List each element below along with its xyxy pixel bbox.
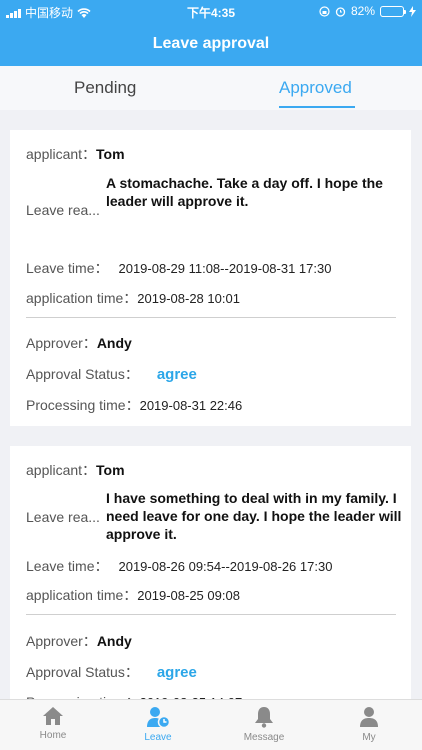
tab-bar-leave[interactable]: Leave [118,706,198,743]
applicant-row: applicant： Tom [26,460,125,480]
segment-tabs: Pending Approved [0,66,422,110]
bottom-tab-bar: Home Leave Message My [0,699,422,750]
leave-reason-value: I have something to deal with in my fami… [106,490,402,542]
leave-time-value: 2019-08-26 09:54--2019-08-26 17:30 [118,558,333,574]
approver-value: Andy [96,335,132,351]
card-divider [26,317,396,318]
leave-time-row: Leave time： 2019-08-26 09:54--2019-08-26… [26,556,332,576]
tab-bar-home[interactable]: Home [13,706,93,741]
leave-icon [147,707,170,728]
approver-label: Approver： [26,633,97,649]
tab-bar-label: My [362,732,376,743]
status-badge: agree [156,365,197,383]
applicant-value: Tom [96,462,125,478]
status-bar: 中国移动 下午4:35 82% [0,0,422,22]
lock-rotation-icon [319,5,330,17]
user-icon [360,707,378,727]
approval-status-row: Approval Status： agree [26,364,197,384]
card-divider [26,614,396,615]
leave-time-row: Leave time： 2019-08-29 11:08--2019-08-31… [26,258,331,278]
active-tab-indicator [279,106,355,108]
leave-reason-value: A stomachache. Take a day off. I hope th… [106,175,383,209]
tab-approved[interactable]: Approved [279,78,352,98]
application-time-label: application time： [26,587,138,603]
bell-icon [255,707,273,728]
processing-time-value: 2019-08-31 22:46 [139,397,243,413]
leave-time-label: Leave time： [26,260,109,276]
processing-time-label: Processing time： [26,397,140,413]
approval-status-label: Approval Status： [26,366,139,382]
leave-record-card[interactable]: applicant： Tom A stomachache. Take a day… [10,130,411,426]
page-title: Leave approval [152,35,270,52]
battery-icon [380,5,406,17]
approver-row: Approver： Andy [26,333,132,353]
tab-bar-label: Leave [144,732,172,743]
leave-time-label: Leave time： [26,558,109,574]
leave-reason-label: Leave rea... [26,202,100,218]
processing-time-row: Processing time： 2019-08-31 22:46 [26,395,242,415]
approval-status-label: Approval Status： [26,664,139,680]
alarm-icon [335,6,346,17]
home-icon [43,707,63,725]
approver-label: Approver： [26,335,97,351]
nav-bar: Leave approval [0,22,422,66]
approver-row: Approver： Andy [26,631,132,651]
application-time-label: application time： [26,290,138,306]
status-badge: agree [156,663,197,681]
tab-bar-my[interactable]: My [329,706,409,743]
leave-reason-label: Leave rea... [26,509,100,525]
applicant-row: applicant： Tom [26,144,125,164]
application-time-value: 2019-08-25 09:08 [137,587,240,603]
application-time-row: application time： 2019-08-25 09:08 [26,585,240,605]
applicant-label: applicant： [26,146,97,162]
approval-status-row: Approval Status： agree [26,662,197,682]
battery-percent: 82% [350,4,375,18]
tab-pending[interactable]: Pending [74,78,136,98]
application-time-row: application time： 2019-08-28 10:01 [26,288,240,308]
leave-time-value: 2019-08-29 11:08--2019-08-31 17:30 [118,260,332,276]
approver-value: Andy [96,633,132,649]
tab-bar-label: Home [39,730,67,741]
tab-bar-message[interactable]: Message [224,706,304,743]
applicant-value: Tom [96,146,125,162]
applicant-label: applicant： [26,462,97,478]
tab-bar-label: Message [243,732,285,743]
application-time-value: 2019-08-28 10:01 [137,290,240,306]
charging-icon [409,5,416,17]
